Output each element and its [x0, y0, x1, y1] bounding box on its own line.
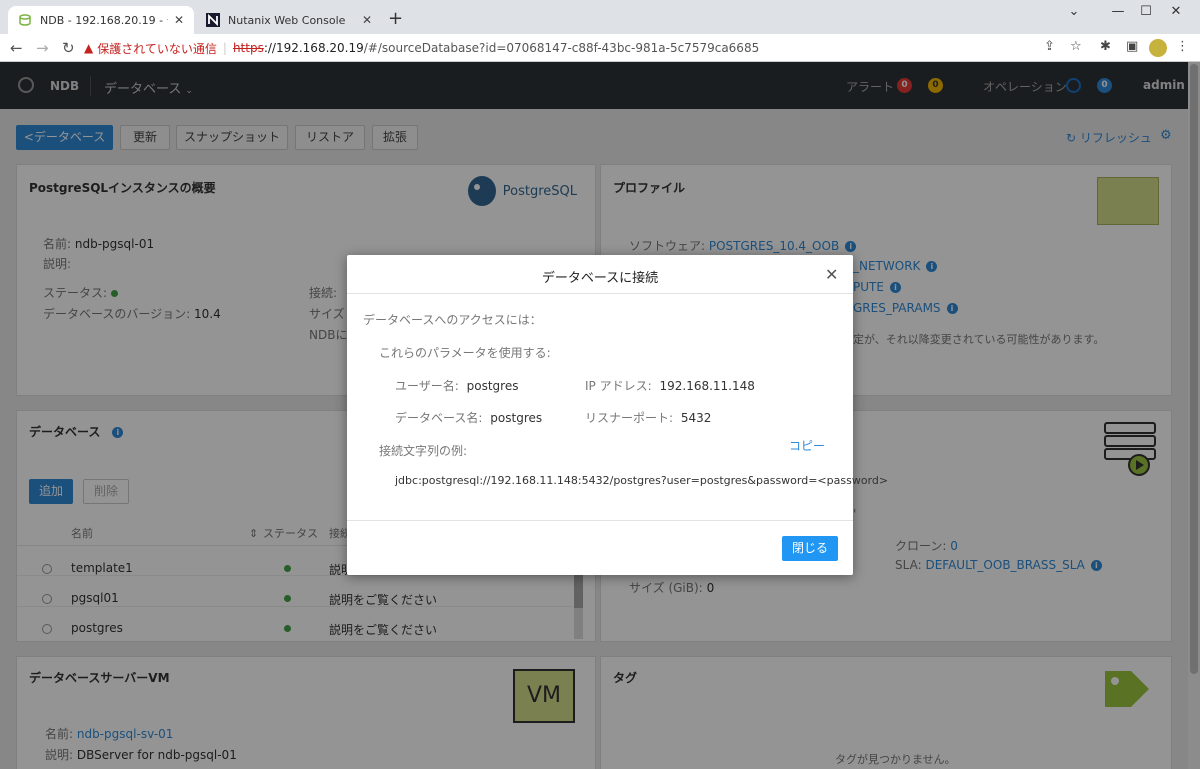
- close-icon[interactable]: ✕: [362, 13, 372, 27]
- divider: |: [222, 41, 227, 55]
- example-label: 接続文字列の例:: [379, 444, 468, 458]
- tab-title: Nutanix Web Console: [228, 13, 346, 27]
- menu-dots-icon[interactable]: ⋮: [1176, 39, 1189, 54]
- browser-tab-nutanix[interactable]: Nutanix Web Console ✕: [196, 6, 382, 34]
- url-field[interactable]: ▲ 保護されていない通信 | https ://192.168.20.19 /#…: [84, 37, 1094, 59]
- close-icon[interactable]: ✕: [174, 13, 184, 27]
- close-window-icon[interactable]: ✕: [1162, 4, 1190, 19]
- minimize-icon[interactable]: —: [1104, 4, 1132, 19]
- ip-value: 192.168.11.148: [659, 379, 755, 393]
- connection-string: jdbc:postgresql://192.168.11.148:5432/po…: [395, 474, 889, 487]
- params-label: これらのパラメータを使用する:: [379, 346, 551, 360]
- divider: [347, 520, 853, 521]
- security-warning[interactable]: 保護されていない通信: [97, 40, 217, 57]
- profile-avatar[interactable]: [1149, 39, 1167, 57]
- url-scheme: https: [232, 41, 264, 55]
- ip-label: IP アドレス:: [585, 379, 652, 393]
- dialog-title: データベースに接続: [541, 271, 659, 286]
- share-icon[interactable]: ⇪: [1044, 39, 1055, 54]
- database-icon: [18, 13, 32, 27]
- forward-icon[interactable]: →: [36, 39, 49, 57]
- tab-search-icon[interactable]: ⌄: [1060, 4, 1088, 19]
- copy-link[interactable]: コピー: [789, 437, 825, 454]
- reload-icon[interactable]: ↻: [62, 39, 75, 57]
- access-intro: データベースへのアクセスには：: [363, 313, 542, 327]
- close-button[interactable]: 閉じる: [782, 536, 838, 561]
- browser-tab-bar: NDB - 192.168.20.19 - データベース ✕ Nutanix W…: [0, 0, 1200, 34]
- tab-title: NDB - 192.168.20.19 - データベース: [40, 14, 168, 27]
- port-label: リスナーポート:: [585, 411, 674, 425]
- url-host: ://192.168.20.19: [263, 41, 364, 55]
- divider: [347, 293, 853, 294]
- extensions-icon[interactable]: ✱: [1100, 39, 1111, 54]
- port-value: 5432: [680, 411, 712, 425]
- username-value: postgres: [466, 379, 519, 393]
- new-tab-button[interactable]: +: [388, 8, 403, 29]
- back-icon[interactable]: ←: [10, 39, 23, 57]
- url-path: /#/sourceDatabase?id=07068147-c88f-43bc-…: [363, 41, 760, 55]
- connect-database-dialog: データベースに接続 ✕ データベースへのアクセスには： これらのパラメータを使用…: [347, 255, 888, 575]
- close-icon[interactable]: ✕: [825, 265, 838, 284]
- side-panel-icon[interactable]: ▣: [1126, 39, 1138, 54]
- dbname-value: postgres: [490, 411, 543, 425]
- nutanix-icon: [206, 13, 220, 27]
- dbname-label: データベース名:: [395, 411, 483, 425]
- warning-icon: ▲: [84, 41, 94, 55]
- username-label: ユーザー名:: [395, 379, 459, 393]
- address-bar: ← → ↻ ▲ 保護されていない通信 | https ://192.168.20…: [0, 34, 1200, 62]
- maximize-icon[interactable]: ☐: [1132, 4, 1160, 19]
- bookmark-star-icon[interactable]: ☆: [1070, 39, 1082, 54]
- browser-tab-ndb[interactable]: NDB - 192.168.20.19 - データベース ✕: [8, 6, 194, 34]
